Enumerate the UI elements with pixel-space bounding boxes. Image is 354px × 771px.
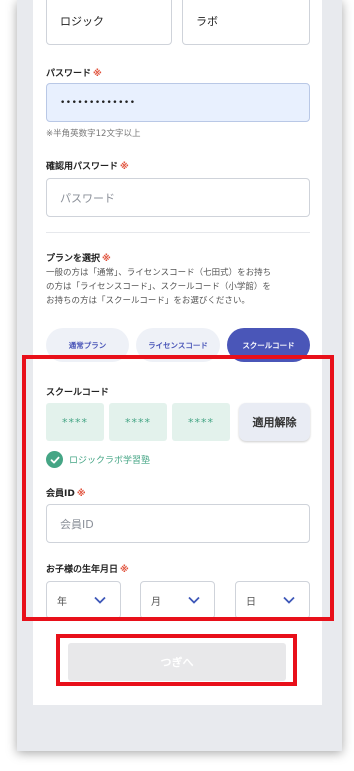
next-button-highlight-box — [56, 634, 297, 686]
first-name-input[interactable]: ラボ — [182, 0, 310, 45]
password-value: ••••••••••••• — [60, 97, 136, 108]
password-confirm-input[interactable]: パスワード — [46, 178, 310, 217]
last-name-input[interactable]: ロジック — [46, 0, 172, 45]
password-confirm-placeholder: パスワード — [60, 191, 115, 205]
first-name-value: ラボ — [196, 14, 218, 28]
password-note: ※半角英数字12文字以上 — [46, 129, 141, 139]
password-input[interactable]: ••••••••••••• — [46, 83, 310, 122]
required-mark: ※ — [120, 162, 129, 172]
plan-label: プランを選択 ※ — [46, 254, 111, 264]
last-name-value: ロジック — [60, 14, 104, 28]
password-confirm-label: 確認用パスワード ※ — [46, 162, 129, 172]
section-divider — [46, 232, 310, 233]
required-mark: ※ — [93, 69, 102, 79]
plan-help-text: 一般の方は「通常」、ライセンスコード（七田式）をお持ち の方は「ライセンスコード… — [46, 268, 272, 306]
required-mark: ※ — [102, 254, 111, 264]
password-label: パスワード ※ — [46, 69, 102, 79]
school-code-highlight-box — [22, 355, 334, 621]
